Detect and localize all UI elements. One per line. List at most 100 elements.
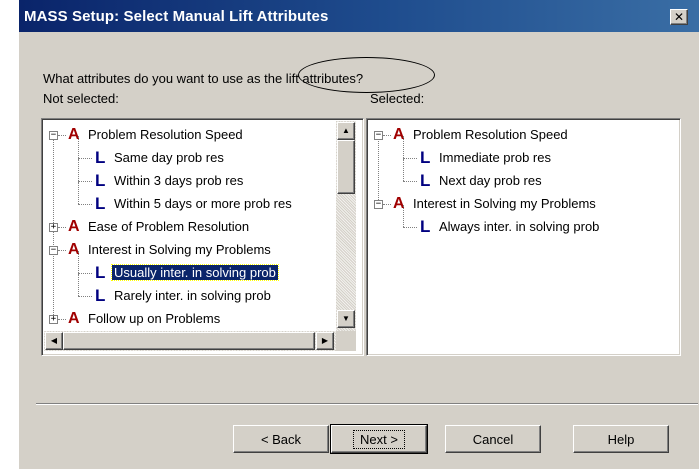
tree-connector: [78, 273, 92, 274]
arrow-up-icon: ▲: [342, 126, 350, 135]
close-button[interactable]: ✕: [670, 9, 688, 25]
not-selected-label: Not selected:: [43, 91, 119, 106]
tree-connector: [383, 204, 391, 205]
tree-connector: [78, 204, 92, 205]
tree-level-label-selected: Usually inter. in solving prob: [111, 264, 279, 281]
tree-connector: [403, 159, 404, 181]
tree-connector: [78, 274, 79, 296]
tree-connector: [78, 159, 79, 181]
collapse-icon[interactable]: −: [49, 246, 58, 255]
level-icon: L: [420, 148, 431, 167]
level-icon: L: [95, 263, 106, 282]
back-button[interactable]: < Back: [233, 425, 329, 453]
not-selected-rows: − A Problem Resolution Speed L Same day prob…: [42, 119, 336, 331]
tree-connector: [78, 136, 79, 158]
close-icon: ✕: [673, 10, 685, 24]
scroll-right-button[interactable]: ▶: [316, 332, 334, 350]
tree-level-label: Within 3 days prob res: [114, 173, 244, 188]
help-button[interactable]: Help: [573, 425, 669, 453]
horizontal-scrollbar[interactable]: ◀ ▶: [44, 331, 336, 351]
scroll-corner: [336, 331, 356, 351]
tree-connector: [78, 158, 92, 159]
vertical-scrollbar[interactable]: ▲ ▼: [336, 121, 356, 331]
tree-level-label: Always inter. in solving prob: [439, 219, 600, 234]
tree-attribute-row[interactable]: + A Follow up on Problems: [42, 308, 334, 330]
tree-connector: [78, 181, 92, 182]
tree-level-row[interactable]: L Within 5 days or more prob res: [42, 182, 334, 215]
cancel-button[interactable]: Cancel: [445, 425, 541, 453]
tree-connector: [58, 250, 66, 251]
arrow-down-icon: ▼: [342, 314, 350, 323]
tree-attribute-row[interactable]: − A Problem Resolution Speed: [367, 124, 678, 146]
selected-rows: − A Problem Resolution Speed L Immediate pro…: [367, 119, 678, 353]
tree-level-label: Within 5 days or more prob res: [114, 196, 292, 211]
vertical-scroll-thumb[interactable]: [337, 140, 355, 194]
tree-attribute-row[interactable]: − A Interest in Solving my Problems: [42, 239, 334, 261]
selected-label: Selected:: [370, 91, 425, 106]
tree-attribute-row[interactable]: − A Interest in Solving my Problems: [367, 193, 678, 215]
tree-attribute-label: Follow up on Problems: [88, 311, 221, 326]
tree-attribute-label: Interest in Solving my Problems: [88, 242, 271, 257]
arrow-left-icon: ◀: [50, 336, 58, 345]
tree-connector: [403, 181, 417, 182]
level-icon: L: [95, 148, 106, 167]
tree-connector: [78, 296, 92, 297]
expand-icon[interactable]: +: [49, 315, 58, 324]
collapse-icon[interactable]: −: [374, 200, 383, 209]
arrow-right-icon: ▶: [321, 336, 329, 345]
expand-icon[interactable]: +: [49, 223, 58, 232]
scroll-up-button[interactable]: ▲: [337, 122, 355, 140]
tree-connector: [58, 227, 66, 228]
tree-level-row[interactable]: L Immediate prob res: [367, 136, 678, 169]
attribute-icon: A: [68, 218, 80, 235]
cancel-button-label: Cancel: [472, 431, 514, 447]
tree-level-row[interactable]: L Next day prob res: [367, 159, 678, 192]
back-button-label: < Back: [260, 431, 302, 447]
scroll-down-button[interactable]: ▼: [337, 310, 355, 328]
tree-level-row[interactable]: L Same day prob res: [42, 136, 334, 169]
level-icon: L: [95, 194, 106, 213]
level-icon: L: [95, 171, 106, 190]
tree-connector: [403, 136, 404, 158]
tree-connector: [58, 135, 66, 136]
level-icon: L: [420, 217, 431, 236]
collapse-icon[interactable]: −: [49, 131, 58, 140]
tree-level-label: Same day prob res: [114, 150, 224, 165]
annotation-ellipse: [298, 57, 435, 93]
help-button-label: Help: [607, 431, 635, 447]
tree-connector: [383, 135, 391, 136]
window-title: MASS Setup: Select Manual Lift Attribute…: [24, 8, 329, 25]
tree-connector: [78, 182, 79, 204]
tree-attribute-label: Ease of Problem Resolution: [88, 219, 250, 234]
tree-attribute-row[interactable]: + A Ease of Problem Resolution: [42, 216, 334, 238]
collapse-icon[interactable]: −: [374, 131, 383, 140]
tree-level-row[interactable]: L Usually inter. in solving prob: [42, 251, 334, 284]
attribute-icon: A: [68, 310, 80, 327]
selected-tree[interactable]: − A Problem Resolution Speed L Immediate pro…: [366, 118, 681, 356]
tree-connector: [78, 251, 79, 273]
scroll-left-button[interactable]: ◀: [45, 332, 63, 350]
horizontal-scroll-thumb[interactable]: [63, 332, 315, 350]
button-separator: [36, 403, 698, 405]
tree-attribute-label: Problem Resolution Speed: [88, 127, 243, 142]
title-bar[interactable]: MASS Setup: Select Manual Lift Attribute…: [19, 0, 699, 32]
tree-level-label: Rarely inter. in solving prob: [114, 288, 271, 303]
tree-level-row[interactable]: L Rarely inter. in solving prob: [42, 274, 334, 307]
dialog-window: MASS Setup: Select Manual Lift Attribute…: [18, 0, 699, 469]
tree-connector: [403, 227, 417, 228]
tree-connector: [403, 205, 404, 227]
next-button-label: Next >: [353, 429, 405, 449]
tree-attribute-label: Problem Resolution Speed: [413, 127, 568, 142]
level-icon: L: [420, 171, 431, 190]
next-button[interactable]: Next >: [330, 424, 428, 454]
level-icon: L: [95, 286, 106, 305]
tree-level-row[interactable]: L Always inter. in solving prob: [367, 205, 678, 238]
tree-connector: [403, 158, 417, 159]
tree-level-row[interactable]: L Within 3 days prob res: [42, 159, 334, 192]
tree-level-label: Immediate prob res: [439, 150, 551, 165]
tree-attribute-label: Interest in Solving my Problems: [413, 196, 596, 211]
tree-level-label: Next day prob res: [439, 173, 542, 188]
tree-attribute-row[interactable]: − A Problem Resolution Speed: [42, 124, 334, 146]
tree-connector: [58, 319, 66, 320]
not-selected-tree[interactable]: − A Problem Resolution Speed L Same day prob…: [41, 118, 364, 356]
